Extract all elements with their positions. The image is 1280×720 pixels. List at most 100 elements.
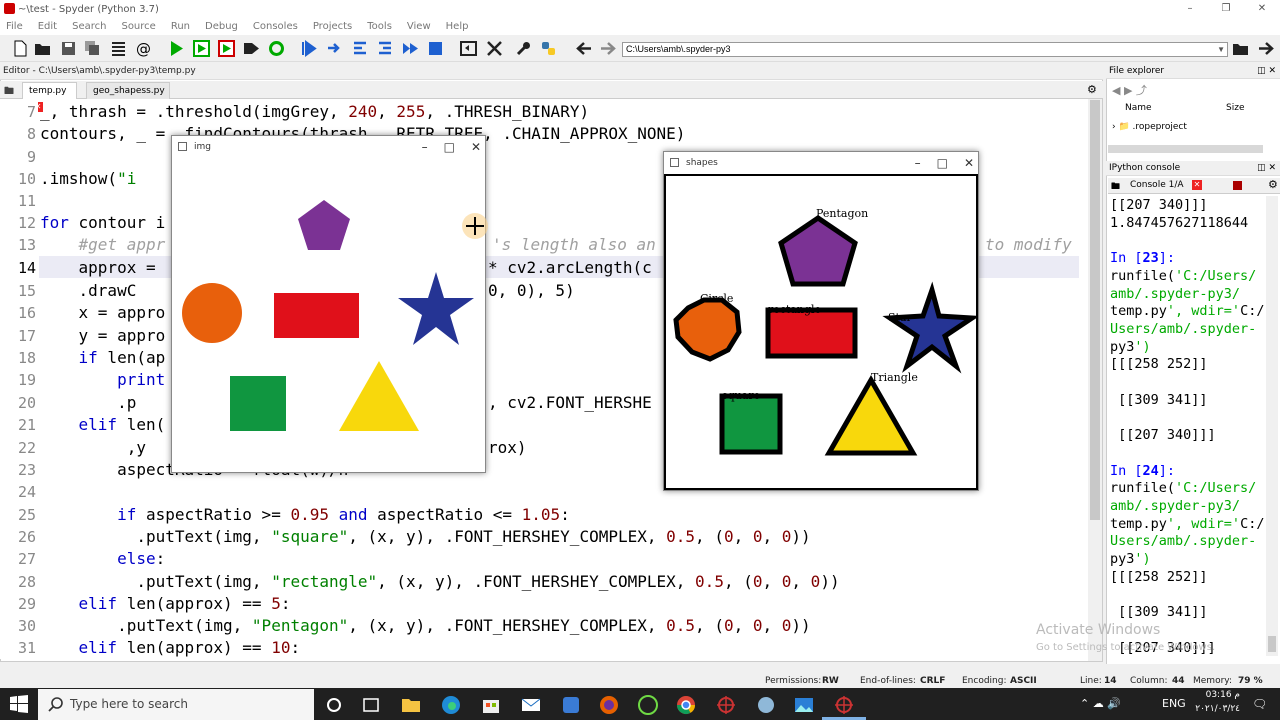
save-icon[interactable] xyxy=(60,40,77,57)
edge-icon[interactable] xyxy=(440,694,462,716)
mail-icon[interactable] xyxy=(520,694,542,716)
chevron-down-icon[interactable]: ▼ xyxy=(1217,43,1225,56)
photos-icon[interactable] xyxy=(793,694,815,716)
menu-source[interactable]: Source xyxy=(121,21,155,32)
step-icon[interactable] xyxy=(326,40,343,57)
taskbar-search-input[interactable]: Type here to search xyxy=(38,689,314,720)
task-view-icon[interactable] xyxy=(323,694,345,716)
code-line[interactable]: elif len(approx) == 10: xyxy=(40,637,301,659)
gear-icon[interactable]: ⚙ xyxy=(1268,178,1278,191)
code-line[interactable]: x = appro xyxy=(40,302,166,324)
file-explorer-app-icon[interactable] xyxy=(400,694,422,716)
minimize-button[interactable]: – xyxy=(1172,0,1208,18)
tab-console[interactable]: Console 1/A xyxy=(1130,180,1184,190)
code-line[interactable]: #get appr xyxy=(40,234,166,256)
maximize-button[interactable]: ❐ xyxy=(1208,0,1244,18)
stop-debug-icon[interactable] xyxy=(427,40,444,57)
run-cell-advance-icon[interactable] xyxy=(218,40,235,57)
menu-search[interactable]: Search xyxy=(72,21,106,32)
browse-folder-icon[interactable] xyxy=(1232,40,1249,57)
maximize-button[interactable]: □ xyxy=(937,152,948,174)
undock-icon[interactable]: ◫ ✕ xyxy=(1257,161,1276,176)
close-console-icon[interactable]: ✕ xyxy=(1192,180,1202,190)
tray-icons[interactable]: ⌃ ☁ 🔊 xyxy=(1080,697,1121,710)
spyder-app-icon[interactable] xyxy=(715,694,737,716)
shapes-window-titlebar[interactable]: shapes – □ ✕ xyxy=(664,152,978,174)
back-arrow-icon[interactable] xyxy=(576,40,593,57)
code-line[interactable]: print xyxy=(40,369,165,391)
menu-tools[interactable]: Tools xyxy=(367,21,392,32)
code-line[interactable]: ,y xyxy=(40,437,146,459)
store-icon[interactable] xyxy=(480,694,502,716)
code-line[interactable]: _, thrash = .threshold(imgGrey, 240, 255… xyxy=(40,101,589,123)
clock-time[interactable]: 03:16 م xyxy=(1196,690,1240,700)
clock-date[interactable]: ٢٠٢١/٠٣/٢٤ xyxy=(1190,704,1240,714)
menu-debug[interactable]: Debug xyxy=(205,21,238,32)
code-line[interactable]: approx = xyxy=(40,257,165,279)
list-icon[interactable] xyxy=(110,40,127,57)
open-folder-icon[interactable] xyxy=(34,40,51,57)
debug-icon[interactable] xyxy=(300,40,317,57)
shapes-window[interactable]: shapes – □ ✕ Pentagon Circle rectangle Sta… xyxy=(663,151,979,491)
tab-temp-py[interactable]: temp.py✕ xyxy=(22,82,77,112)
menu-view[interactable]: View xyxy=(407,21,431,32)
run-selection-icon[interactable] xyxy=(243,40,260,57)
save-all-icon[interactable] xyxy=(84,40,101,57)
run-icon[interactable] xyxy=(168,40,185,57)
minimize-button[interactable]: – xyxy=(422,136,428,158)
explorer-hscroll[interactable] xyxy=(1108,145,1263,153)
code-line[interactable]: .putText(img, "rectangle", (x, y), .FONT… xyxy=(40,571,839,593)
parent-dir-arrow-icon[interactable] xyxy=(1257,40,1274,57)
col-name[interactable]: Name xyxy=(1125,103,1152,113)
menu-run[interactable]: Run xyxy=(171,21,190,32)
firefox-icon[interactable] xyxy=(598,694,620,716)
code-line[interactable]: elif len( xyxy=(40,414,166,436)
col-size[interactable]: Size xyxy=(1226,103,1244,113)
tool-app-icon[interactable] xyxy=(755,694,777,716)
menu-projects[interactable]: Projects xyxy=(313,21,352,32)
tab-geo-shapess-py[interactable]: geo_shapess.py xyxy=(86,82,170,99)
maximize-pane-icon[interactable] xyxy=(460,40,477,57)
rerun-icon[interactable] xyxy=(268,40,285,57)
browse-tabs-icon[interactable]: 🖿 xyxy=(1111,179,1120,195)
console-scrollbar[interactable] xyxy=(1266,196,1278,656)
notification-icon[interactable]: 🗨 xyxy=(1252,697,1267,711)
working-directory-input[interactable]: C:\Users\amb\.spyder-py3 ▼ xyxy=(622,42,1228,57)
windows-start-icon[interactable] xyxy=(10,695,28,713)
code-line[interactable]: else: xyxy=(40,548,165,570)
close-button[interactable]: ✕ xyxy=(964,152,974,174)
menu-edit[interactable]: Edit xyxy=(38,21,57,32)
menu-consoles[interactable]: Consoles xyxy=(253,21,298,32)
forward-arrow-icon[interactable] xyxy=(599,40,616,57)
continue-icon[interactable] xyxy=(402,40,419,57)
img-window-titlebar[interactable]: img – □ ✕ xyxy=(172,136,485,158)
code-line[interactable]: for contour i xyxy=(40,212,165,234)
step-into-icon[interactable] xyxy=(352,40,369,57)
stop-icon[interactable] xyxy=(1233,181,1242,190)
code-line[interactable]: if aspectRatio >= 0.95 and aspectRatio <… xyxy=(40,504,570,526)
upwork-icon[interactable] xyxy=(637,694,659,716)
img-window[interactable]: img – □ ✕ xyxy=(171,135,486,473)
at-icon[interactable]: @ xyxy=(135,40,152,58)
code-line[interactable]: .putText(img, "Pentagon", (x, y), .FONT_… xyxy=(40,615,811,637)
fullscreen-icon[interactable] xyxy=(486,40,503,57)
run-cell-icon[interactable] xyxy=(193,40,210,57)
undock-icon[interactable]: ◫ ✕ xyxy=(1257,64,1276,79)
menu-help[interactable]: Help xyxy=(446,21,469,32)
code-line[interactable]: y = appro xyxy=(40,325,166,347)
code-line[interactable]: .imshow("i xyxy=(40,168,136,190)
explorer-item[interactable]: › 📁 .ropeproject xyxy=(1112,122,1187,132)
console-scrollbar-thumb[interactable] xyxy=(1268,636,1276,652)
language-indicator[interactable]: ENG xyxy=(1162,697,1186,710)
explorer-nav-icons[interactable]: ◀ ▶ ⤴ xyxy=(1112,82,1147,98)
widgets-icon[interactable] xyxy=(360,694,382,716)
code-line[interactable]: elif len(approx) == 5: xyxy=(40,593,291,615)
close-button[interactable]: ✕ xyxy=(1244,0,1280,18)
code-line[interactable]: .drawC xyxy=(40,280,137,302)
editor-scrollbar-thumb[interactable] xyxy=(1090,100,1100,520)
menu-file[interactable]: File xyxy=(6,21,23,32)
spyder-active-icon[interactable] xyxy=(833,694,855,716)
python-path-icon[interactable] xyxy=(540,40,557,57)
close-button[interactable]: ✕ xyxy=(471,136,481,158)
app-icon[interactable] xyxy=(560,694,582,716)
